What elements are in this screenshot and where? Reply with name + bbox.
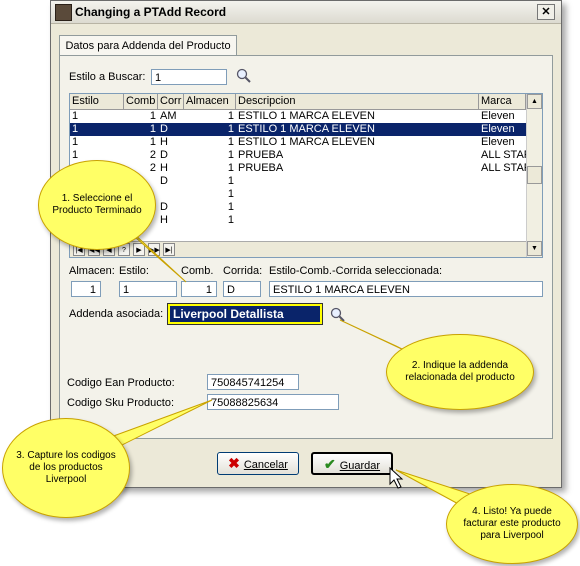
cell-descripcion: PRUEBA (238, 149, 284, 161)
cell-estilo: 1 (72, 110, 79, 122)
cell-marca (479, 175, 526, 188)
addenda-label: Addenda asociada: (69, 308, 164, 320)
sku-input[interactable]: 75088825634 (207, 394, 339, 410)
table-row[interactable]: 1 1 AM 1 ESTILO 1 MARCA ELEVEN Eleven (70, 110, 526, 123)
cell-comb: 1 (149, 136, 156, 148)
ean-input[interactable]: 750845741254 (207, 374, 299, 390)
scroll-down-icon[interactable]: ▼ (527, 241, 542, 256)
cell-marca: Eleven (481, 110, 515, 122)
cell-marca (479, 214, 526, 227)
callout-2: 2. Indique la addenda relacionada del pr… (386, 334, 534, 410)
cell-corr: D (160, 149, 168, 161)
cell-almacen: 1 (227, 175, 234, 187)
sku-label: Codigo Sku Producto: (67, 397, 175, 409)
cell-marca: Eleven (481, 123, 515, 135)
cell-descripcion: ESTILO 1 MARCA ELEVEN (238, 123, 375, 135)
corrida-field[interactable]: D (223, 281, 261, 297)
cell-almacen: 1 (227, 201, 234, 213)
title-bar: Changing a PTAdd Record ✕ (51, 1, 561, 24)
cell-descripcion (236, 188, 479, 201)
almacen-label: Almacen: (69, 265, 115, 277)
cell-almacen: 1 (227, 136, 234, 148)
cell-corr: D (160, 123, 168, 135)
comb-label: Comb. (181, 265, 214, 277)
callout-3: 3. Capture los codigos de los productos … (2, 418, 130, 518)
cancel-icon: ✖ (228, 455, 240, 471)
app-icon (55, 4, 72, 21)
nav-next-button[interactable]: ▶ (133, 243, 145, 256)
estilo-field[interactable]: 1 (119, 281, 177, 297)
cell-comb: 1 (149, 110, 156, 122)
cell-corr (158, 188, 184, 201)
col-header-descripcion[interactable]: Descripcion (236, 94, 479, 109)
cell-comb: 2 (149, 149, 156, 161)
cell-descripcion: PRUEBA (238, 162, 284, 174)
col-header-almacen[interactable]: Almacen (184, 94, 236, 109)
cell-corr: AM (160, 110, 177, 122)
col-header-comb[interactable]: Comb (124, 94, 158, 109)
cancel-button[interactable]: ✖ Cancelar (217, 452, 299, 475)
selected-desc-label: Estilo-Comb.-Corrida seleccionada: (269, 265, 443, 277)
selected-desc-field[interactable]: ESTILO 1 MARCA ELEVEN (269, 281, 543, 297)
cell-almacen: 1 (227, 110, 234, 122)
cell-descripcion: ESTILO 1 MARCA ELEVEN (238, 136, 375, 148)
addenda-field[interactable]: Liverpool Detallista (167, 303, 323, 325)
search-label: Estilo a Buscar: (69, 71, 146, 83)
cell-corr: D (160, 175, 168, 187)
cell-corr: D (160, 201, 168, 213)
cell-descripcion: ESTILO 1 MARCA ELEVEN (238, 110, 375, 122)
cancel-label: Cancelar (243, 459, 288, 471)
comb-field[interactable]: 1 (181, 281, 217, 297)
save-label: Guardar (339, 460, 381, 472)
addenda-value: Liverpool Detallista (170, 306, 320, 322)
search-icon[interactable] (235, 67, 253, 85)
table-row[interactable]: 1 1 H 1 ESTILO 1 MARCA ELEVEN Eleven (70, 136, 526, 149)
tab-datos-addenda[interactable]: Datos para Addenda del Producto (59, 35, 237, 56)
close-button[interactable]: ✕ (537, 4, 555, 20)
cell-corr: H (160, 162, 168, 174)
corrida-label: Corrida: (223, 265, 263, 277)
grid-scrollbar[interactable]: ▲ ▼ (526, 94, 542, 257)
ean-label: Codigo Ean Producto: (67, 377, 175, 389)
callout-4: 4. Listo! Ya puede facturar este product… (446, 484, 578, 564)
grid-header: Estilo Comb Corr Almacen Descripcion Mar… (70, 94, 526, 110)
col-header-estilo[interactable]: Estilo (70, 94, 124, 109)
table-row-selected[interactable]: 1 1 D 1 ESTILO 1 MARCA ELEVEN Eleven (70, 123, 526, 136)
check-icon: ✔ (323, 456, 336, 472)
almacen-field[interactable]: 1 (71, 281, 101, 297)
cell-marca: ALL STAR (481, 149, 526, 161)
cell-descripcion (236, 175, 479, 188)
callout-1: 1. Seleccione el Producto Terminado (38, 160, 156, 250)
cell-corr: H (160, 214, 168, 226)
window-title: Changing a PTAdd Record (75, 5, 227, 19)
nav-last-button[interactable]: ▶| (163, 243, 175, 256)
cell-marca (479, 188, 526, 201)
dialog-window: Changing a PTAdd Record ✕ Datos para Add… (50, 0, 562, 488)
cell-estilo: 1 (72, 123, 79, 135)
cell-descripcion (236, 214, 479, 227)
table-row[interactable]: 12D1PRUEBAALL STAR (70, 149, 526, 162)
search-input[interactable]: 1 (151, 69, 227, 85)
scroll-thumb[interactable] (527, 166, 542, 184)
addenda-search-icon[interactable] (329, 306, 347, 324)
grid-navigator: |◀ ◀◀ ◀ ? ▶ ▶▶ ▶| (70, 241, 526, 257)
cell-almacen: 1 (227, 214, 234, 226)
col-header-corr[interactable]: Corr (158, 94, 184, 109)
cell-almacen: 1 (227, 123, 234, 135)
cell-comb: 1 (149, 123, 156, 135)
cell-estilo: 1 (72, 136, 79, 148)
nav-next-page-button[interactable]: ▶▶ (148, 243, 160, 256)
cell-almacen: 1 (227, 149, 234, 161)
save-button[interactable]: ✔ Guardar (311, 452, 393, 475)
cell-marca (479, 201, 526, 214)
cell-corr: H (160, 136, 168, 148)
cell-descripcion (236, 201, 479, 214)
scroll-up-icon[interactable]: ▲ (527, 94, 542, 109)
cell-marca: Eleven (481, 136, 515, 148)
estilo-label: Estilo: (119, 265, 149, 277)
col-header-marca[interactable]: Marca (479, 94, 526, 109)
cell-almacen: 1 (227, 188, 234, 200)
cell-marca: ALL STAR (481, 162, 526, 174)
cell-almacen: 1 (227, 162, 234, 174)
